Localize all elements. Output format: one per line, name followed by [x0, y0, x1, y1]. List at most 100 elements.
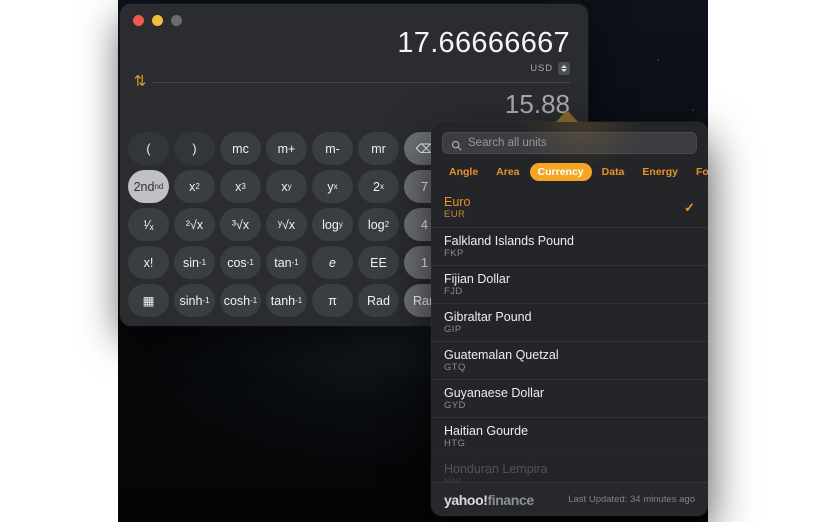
tab-force[interactable]: Force — [688, 163, 708, 181]
key-superscript: x — [333, 182, 338, 191]
key-[interactable]: ) — [174, 132, 215, 165]
chevron-updown-icon[interactable] — [558, 62, 570, 75]
popover-arrow — [556, 110, 578, 122]
tab-data[interactable]: Data — [594, 163, 633, 181]
unit-text: Honduran Lempira HNL — [444, 462, 695, 483]
key-superscript: -1 — [291, 258, 299, 267]
key-rad[interactable]: Rad — [358, 284, 399, 317]
key-subscript: y — [338, 220, 343, 229]
key-cosh[interactable]: cosh -1 — [220, 284, 261, 317]
key-label: 1 — [421, 255, 428, 270]
key-label: EE — [370, 255, 387, 270]
key-label: ( — [146, 141, 151, 156]
list-item[interactable]: Euro EUR ✓ — [431, 189, 708, 227]
key-sin[interactable]: sin -1 — [174, 246, 215, 279]
key-[interactable]: ▦ — [128, 284, 169, 317]
key-m+[interactable]: m+ — [266, 132, 307, 165]
list-item[interactable]: Haitian Gourde HTG — [431, 417, 708, 455]
key-mr[interactable]: mr — [358, 132, 399, 165]
unit-text: Haitian Gourde HTG — [444, 424, 695, 450]
key-label: m- — [325, 141, 340, 156]
key-superscript: x — [379, 182, 384, 191]
screenshot-root: 17.66666667 USD ⇅ 15.88 EUR — [0, 0, 822, 522]
key-label: tanh — [270, 293, 296, 308]
key-ee[interactable]: EE — [358, 246, 399, 279]
calculator-display: 17.66666667 USD ⇅ 15.88 EUR — [120, 4, 588, 134]
key-tanh[interactable]: tanh -1 — [266, 284, 307, 317]
key-label: sin — [182, 255, 199, 270]
unit-name: Fijian Dollar — [444, 271, 510, 286]
list-item[interactable]: Gibraltar Pound GIP — [431, 303, 708, 341]
key-label: ʸ√x — [277, 217, 296, 232]
key-m-[interactable]: m- — [312, 132, 353, 165]
key-label: mr — [371, 141, 386, 156]
tab-angle[interactable]: Angle — [441, 163, 486, 181]
tab-currency[interactable]: Currency — [529, 163, 592, 181]
key-label: log — [322, 217, 339, 232]
key-superscript: -1 — [246, 258, 254, 267]
key-log[interactable]: log y — [312, 208, 353, 241]
unit-name: Gibraltar Pound — [444, 309, 532, 324]
key-label: log — [367, 217, 385, 232]
key-x[interactable]: x! — [128, 246, 169, 279]
unit-list[interactable]: Euro EUR ✓ Falkland Islands Pound FKP Fijian … — [431, 189, 708, 482]
key-label: 7 — [421, 179, 428, 194]
unit-picker-popover: AngleAreaCurrencyDataEnergyForce EuroEUR… — [431, 122, 708, 516]
tab-energy[interactable]: Energy — [634, 163, 686, 181]
key-y[interactable]: yx — [312, 170, 353, 203]
unit-code: FJD — [444, 285, 463, 297]
key-x[interactable]: xy — [266, 170, 307, 203]
key-cos[interactable]: cos -1 — [220, 246, 261, 279]
list-item[interactable]: Falkland Islands Pound FKP — [431, 227, 708, 265]
key-[interactable]: π — [312, 284, 353, 317]
key-label: mc — [232, 141, 249, 156]
checkmark-icon: ✓ — [684, 200, 695, 215]
key-tan[interactable]: tan -1 — [266, 246, 307, 279]
key-label: ²√x — [185, 217, 204, 232]
unit-code: GYD — [444, 399, 466, 411]
key-log[interactable]: log 2 — [358, 208, 399, 241]
primary-value: 17.66666667 — [397, 27, 570, 59]
key-x[interactable]: x3 — [220, 170, 261, 203]
key-x[interactable]: ³√x — [220, 208, 261, 241]
key-subscript: 2 — [384, 220, 390, 229]
key-label: 4 — [421, 217, 428, 232]
list-item[interactable]: Guyanaese Dollar GYD — [431, 379, 708, 417]
key-label: ▦ — [142, 294, 155, 308]
key-label: x! — [143, 255, 154, 270]
unit-text: Gibraltar Pound GIP — [444, 310, 695, 336]
key-label: Rad — [367, 293, 390, 308]
key-superscript: -1 — [198, 258, 207, 267]
key-label: 2 — [373, 179, 380, 194]
key-[interactable]: ( — [128, 132, 169, 165]
key-2nd[interactable]: 2nd nd — [128, 170, 169, 203]
unit-text: Guyanaese Dollar GYD — [444, 386, 695, 412]
key-sinh[interactable]: sinh -1 — [174, 284, 215, 317]
key-[interactable]: ¹⁄ₓ — [128, 208, 169, 241]
search-box[interactable] — [442, 132, 697, 154]
key-mc[interactable]: mc — [220, 132, 261, 165]
search-icon — [451, 138, 462, 151]
key-x[interactable]: ʸ√x — [266, 208, 307, 241]
key-2[interactable]: 2x — [358, 170, 399, 203]
unit-name: Guyanaese Dollar — [444, 385, 545, 400]
unit-text: Guatemalan Quetzal GTQ — [444, 348, 695, 374]
primary-value-row[interactable]: 17.66666667 USD — [138, 26, 570, 75]
unit-text: Falkland Islands Pound FKP — [444, 234, 695, 260]
brand-yahoo: yahoo — [444, 491, 484, 508]
list-item[interactable]: Honduran Lempira HNL — [431, 455, 708, 483]
key-superscript: -1 — [202, 296, 210, 305]
key-superscript: -1 — [250, 296, 258, 305]
key-x[interactable]: x2 — [174, 170, 215, 203]
list-item[interactable]: Fijian Dollar FJD — [431, 265, 708, 303]
tab-area[interactable]: Area — [488, 163, 527, 181]
key-e[interactable]: e — [312, 246, 353, 279]
list-item[interactable]: Guatemalan Quetzal GTQ — [431, 341, 708, 379]
search-input[interactable] — [468, 137, 688, 149]
swap-vertical-arrows-icon[interactable]: ⇅ — [131, 73, 149, 91]
yahoo-finance-logo: yahoo!finance — [444, 492, 534, 508]
unit-code: HNL — [444, 475, 465, 483]
unit-code: GTQ — [444, 361, 466, 373]
primary-unit-selector[interactable]: USD — [138, 62, 570, 75]
key-x[interactable]: ²√x — [174, 208, 215, 241]
